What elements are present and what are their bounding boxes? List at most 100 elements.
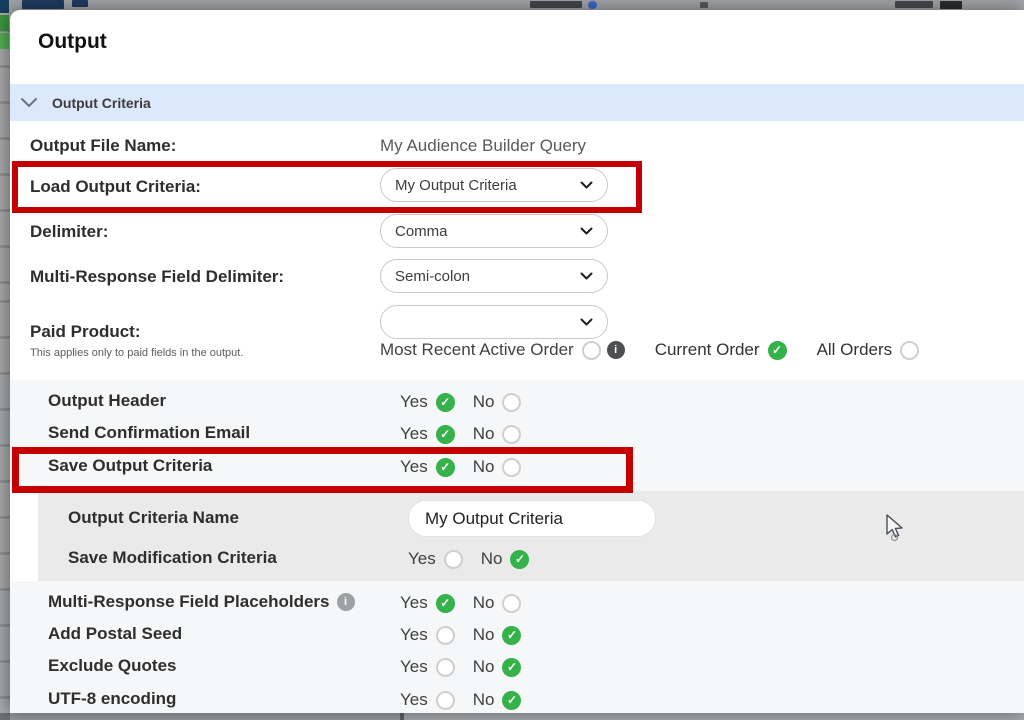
save-modification-criteria-label: Save Modification Criteria <box>68 548 277 568</box>
check-icon: ✓ <box>440 428 450 440</box>
radio-no[interactable]: ✓ <box>502 393 521 412</box>
background-logo-fragment <box>0 33 9 49</box>
background-logo-fragment <box>0 15 9 31</box>
background-left-edge <box>0 10 10 713</box>
output-criteria-name-input[interactable] <box>408 500 656 537</box>
radio-yes[interactable]: ✓ <box>436 458 455 477</box>
section-header-output-criteria[interactable]: Output Criteria <box>10 84 1024 121</box>
add-postal-seed-toggle: Yes ✓ No ✓ <box>400 625 521 645</box>
radio-yes[interactable]: ✓ <box>444 550 463 569</box>
background-bottom-corner <box>0 713 10 720</box>
background-text-fragment <box>895 1 933 8</box>
yes-label: Yes <box>400 457 428 477</box>
radio-no[interactable]: ✓ <box>510 550 529 569</box>
background-bottom-bar-segment <box>404 713 1024 720</box>
check-icon: ✓ <box>507 694 517 706</box>
multi-response-field-delimiter-select[interactable]: Semi-colon <box>380 259 608 293</box>
output-criteria-name-label: Output Criteria Name <box>68 508 239 528</box>
load-output-criteria-select[interactable]: My Output Criteria <box>380 168 608 202</box>
chevron-down-icon <box>580 318 593 327</box>
utf8-encoding-toggle: Yes ✓ No ✓ <box>400 690 521 710</box>
add-postal-seed-label: Add Postal Seed <box>48 624 182 644</box>
no-label: No <box>473 424 495 444</box>
exclude-quotes-toggle: Yes ✓ No ✓ <box>400 657 521 677</box>
background-logo-fragment <box>72 0 88 7</box>
selected-option: Comma <box>395 223 448 240</box>
check-icon: ✓ <box>440 597 450 609</box>
option-all-orders: All Orders <box>817 340 893 360</box>
background-text-fragment <box>530 1 582 8</box>
selected-option: Semi-colon <box>395 268 470 285</box>
background-top-bar <box>0 0 1024 10</box>
no-label: No <box>473 457 495 477</box>
radio-current-order[interactable]: ✓ <box>768 341 787 360</box>
save-output-criteria-toggle: Yes ✓ No ✓ <box>400 457 521 477</box>
radio-no[interactable]: ✓ <box>502 594 521 613</box>
background-bottom-divider <box>400 713 404 720</box>
output-file-name-label: Output File Name: <box>30 136 176 156</box>
background-logo-fragment <box>22 0 64 9</box>
output-modal: Output Output Criteria Output File Name:… <box>10 10 1024 713</box>
option-most-recent-active-order: Most Recent Active Order <box>380 340 574 360</box>
radio-yes[interactable]: ✓ <box>436 658 455 677</box>
check-icon: ✓ <box>515 553 525 565</box>
yes-label: Yes <box>400 593 428 613</box>
background-logo-fragment <box>0 0 9 13</box>
no-label: No <box>473 690 495 710</box>
yes-label: Yes <box>400 690 428 710</box>
load-output-criteria-label: Load Output Criteria: <box>30 177 201 197</box>
paid-product-sublabel: This applies only to paid fields in the … <box>30 347 243 359</box>
radio-yes[interactable]: ✓ <box>436 691 455 710</box>
no-label: No <box>473 657 495 677</box>
chevron-down-icon <box>580 227 593 236</box>
no-label: No <box>473 593 495 613</box>
output-header-label: Output Header <box>48 391 166 411</box>
radio-no[interactable]: ✓ <box>502 458 521 477</box>
section-title: Output Criteria <box>52 95 151 111</box>
output-file-name-value: My Audience Builder Query <box>380 136 586 156</box>
exclude-quotes-label: Exclude Quotes <box>48 656 176 676</box>
yes-label: Yes <box>400 657 428 677</box>
utf8-encoding-label: UTF-8 encoding <box>48 689 176 709</box>
radio-no[interactable]: ✓ <box>502 626 521 645</box>
info-icon[interactable]: i <box>607 341 625 359</box>
radio-yes[interactable]: ✓ <box>436 594 455 613</box>
save-modification-criteria-toggle: Yes ✓ No ✓ <box>408 549 529 569</box>
delimiter-label: Delimiter: <box>30 222 108 242</box>
multi-response-field-delimiter-label: Multi-Response Field Delimiter: <box>30 267 284 287</box>
radio-most-recent-active-order[interactable]: ✓ <box>582 341 601 360</box>
delimiter-select[interactable]: Comma <box>380 214 608 248</box>
save-output-criteria-label: Save Output Criteria <box>48 456 212 476</box>
yes-label: Yes <box>408 549 436 569</box>
radio-no[interactable]: ✓ <box>502 691 521 710</box>
background-text-fragment <box>700 2 708 8</box>
multi-response-field-placeholders-label: Multi-Response Field Placeholders i <box>48 592 355 612</box>
yes-label: Yes <box>400 625 428 645</box>
radio-no[interactable]: ✓ <box>502 658 521 677</box>
chevron-down-icon <box>20 97 38 109</box>
label-text: Multi-Response Field Placeholders <box>48 592 330 612</box>
info-icon[interactable]: i <box>337 593 355 611</box>
check-icon: ✓ <box>507 629 517 641</box>
no-label: No <box>473 625 495 645</box>
check-icon: ✓ <box>440 461 450 473</box>
check-icon: ✓ <box>772 344 782 356</box>
radio-yes[interactable]: ✓ <box>436 626 455 645</box>
radio-all-orders[interactable]: ✓ <box>900 341 919 360</box>
chevron-down-icon <box>580 181 593 190</box>
paid-product-radio-group: Most Recent Active Order ✓ i Current Ord… <box>380 340 919 360</box>
send-confirmation-email-toggle: Yes ✓ No ✓ <box>400 424 521 444</box>
radio-no[interactable]: ✓ <box>502 425 521 444</box>
multi-response-field-placeholders-toggle: Yes ✓ No ✓ <box>400 593 521 613</box>
check-icon: ✓ <box>507 661 517 673</box>
chevron-down-icon <box>580 272 593 281</box>
option-current-order: Current Order <box>655 340 760 360</box>
no-label: No <box>481 549 503 569</box>
radio-yes[interactable]: ✓ <box>436 425 455 444</box>
radio-yes[interactable]: ✓ <box>436 393 455 412</box>
selected-option: My Output Criteria <box>395 177 517 194</box>
paid-product-select[interactable] <box>380 305 608 339</box>
modal-title: Output <box>38 30 107 54</box>
output-header-toggle: Yes ✓ No ✓ <box>400 392 521 412</box>
no-label: No <box>473 392 495 412</box>
